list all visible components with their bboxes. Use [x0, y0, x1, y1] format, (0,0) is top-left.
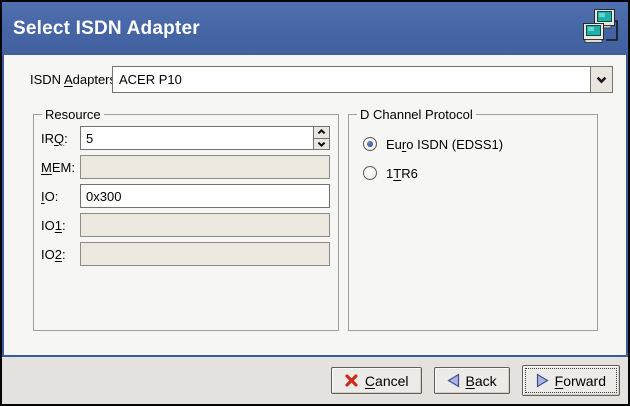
d-channel-protocol-groupbox: D Channel Protocol Euro ISDN (EDSS1) 1TR… [348, 107, 598, 331]
isdn-adapters-label: ISDN Adapters: [30, 66, 120, 93]
forward-button[interactable]: Forward [522, 365, 620, 396]
irq-spin-down-button[interactable] [314, 138, 329, 150]
label-text: ISDN [30, 72, 64, 87]
io1-input [80, 213, 330, 237]
radio-button-icon[interactable] [363, 166, 377, 180]
irq-label: IRQ: [41, 131, 80, 146]
content-panel: ISDN Adapters: ACER P10 Resource IRQ: [2, 55, 628, 357]
io1-label: IO1: [41, 218, 80, 233]
io-input[interactable] [80, 184, 330, 208]
radio-button-icon[interactable] [363, 137, 377, 151]
label-mnemonic: A [64, 72, 73, 87]
isdn-adapters-combobox[interactable]: ACER P10 [112, 66, 613, 93]
combobox-dropdown-button[interactable] [590, 67, 612, 92]
radio-1tr6-label: 1TR6 [386, 166, 418, 181]
cancel-button[interactable]: Cancel [331, 367, 422, 394]
dialog-window: Select ISDN Adapter ISDN Adapters: ACER … [0, 0, 630, 406]
irq-spinbox[interactable] [80, 126, 330, 150]
back-label: Back [466, 373, 497, 389]
irq-row: IRQ: [41, 126, 330, 150]
spin-up-icon [317, 129, 326, 135]
arrow-right-icon [536, 373, 549, 388]
io2-input [80, 242, 330, 266]
dialog-title: Select ISDN Adapter [2, 18, 200, 40]
button-bar: Cancel Back Forward [2, 357, 628, 404]
chevron-down-icon [596, 76, 607, 84]
radio-1tr6[interactable]: 1TR6 [363, 165, 589, 181]
back-button[interactable]: Back [434, 367, 510, 394]
irq-input[interactable] [81, 127, 313, 149]
radio-euro-isdn[interactable]: Euro ISDN (EDSS1) [363, 136, 589, 152]
cancel-label: Cancel [365, 373, 409, 389]
spin-down-icon [317, 141, 326, 147]
cancel-x-icon [344, 373, 359, 388]
mem-row: MEM: [41, 155, 330, 179]
combobox-value: ACER P10 [113, 67, 590, 92]
radio-euro-isdn-label: Euro ISDN (EDSS1) [386, 137, 503, 152]
irq-spin-buttons [313, 127, 329, 149]
irq-spin-up-button[interactable] [314, 127, 329, 138]
resource-legend: Resource [42, 107, 104, 122]
mem-label: MEM: [41, 160, 80, 175]
resource-groupbox: Resource IRQ: MEM: [33, 107, 339, 331]
mem-input [80, 155, 330, 179]
arrow-left-icon [447, 373, 460, 388]
forward-label: Forward [555, 373, 606, 389]
io-label: IO: [41, 189, 80, 204]
io1-row: IO1: [41, 213, 330, 237]
d-channel-protocol-legend: D Channel Protocol [357, 107, 476, 122]
io2-label: IO2: [41, 247, 80, 262]
network-computers-icon [581, 8, 621, 49]
titlebar: Select ISDN Adapter [2, 2, 628, 55]
io2-row: IO2: [41, 242, 330, 266]
io-row: IO: [41, 184, 330, 208]
